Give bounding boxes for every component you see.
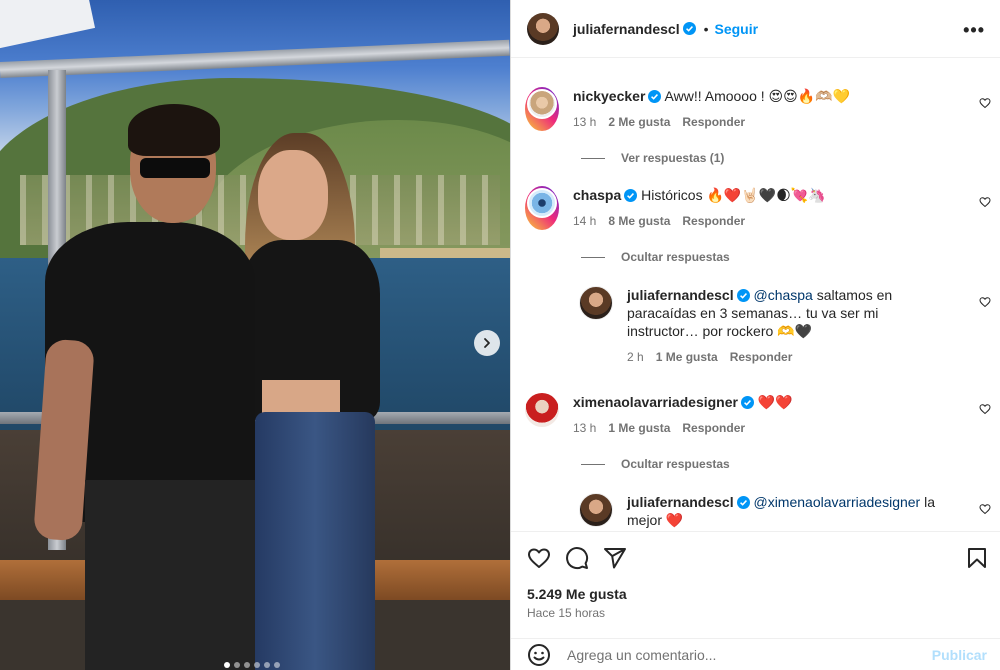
save-button[interactable] (965, 546, 989, 570)
comment-likes[interactable]: 2 Me gusta (608, 113, 670, 131)
comment-input[interactable] (567, 646, 907, 663)
post-panel: juliafernandescl • Seguir ••• nickyecker… (510, 0, 1000, 670)
add-comment-bar: Publicar (511, 638, 1000, 670)
comment-item: nickyecker Aww!! Amoooo ! 😍😍🔥🫶🏼💛 13 h 2 … (525, 87, 995, 131)
man-sunglasses (140, 158, 210, 178)
verified-icon (740, 396, 754, 409)
comment-text: ❤️❤️ (757, 394, 793, 410)
hide-replies-toggle[interactable]: Ocultar respuestas (581, 457, 730, 471)
reply-avatar[interactable] (579, 493, 613, 527)
heart-icon[interactable] (979, 403, 991, 415)
reply-username[interactable]: juliafernandescl (627, 287, 734, 303)
comment-time[interactable]: 13 h (573, 113, 596, 131)
more-options-button[interactable]: ••• (963, 20, 985, 41)
man-pants (85, 480, 255, 670)
comments-list[interactable]: nickyecker Aww!! Amoooo ! 😍😍🔥🫶🏼💛 13 h 2 … (511, 59, 1000, 531)
divider-line (581, 463, 605, 465)
publish-button[interactable]: Publicar (932, 647, 987, 663)
divider-line (581, 256, 605, 258)
hide-replies-label: Ocultar respuestas (621, 457, 730, 471)
next-image-button[interactable] (474, 330, 500, 356)
comment-text: Históricos 🔥❤️🤘🏻🖤🌒💘🦄 (641, 187, 826, 203)
verified-icon (648, 90, 662, 103)
reply-button[interactable]: Responder (682, 113, 745, 131)
comment-username[interactable]: chaspa (573, 187, 621, 203)
comment-likes[interactable]: 1 Me gusta (608, 419, 670, 437)
chevron-right-icon (484, 338, 490, 348)
reply-likes[interactable]: 1 Me gusta (656, 348, 718, 366)
woman-jeans (255, 412, 375, 670)
comment-username[interactable]: nickyecker (573, 88, 645, 104)
reply-mention[interactable]: @ximenaolavarriadesigner (753, 494, 920, 510)
header-separator: • (703, 20, 709, 37)
commenter-avatar (527, 188, 557, 218)
share-button[interactable] (603, 546, 627, 570)
heart-icon (528, 548, 550, 568)
bookmark-icon (968, 548, 986, 568)
share-icon (604, 548, 626, 569)
view-replies-toggle[interactable]: Ver respuestas (1) (581, 151, 724, 165)
reply-button[interactable]: Responder (730, 348, 793, 366)
carousel-dot (244, 662, 250, 668)
like-button[interactable] (527, 546, 551, 570)
post-actions: 5.249 Me gusta Hace 15 horas (511, 531, 1000, 631)
emoji-icon[interactable] (527, 643, 551, 667)
carousel-dot (224, 662, 230, 668)
comment-likes[interactable]: 8 Me gusta (608, 212, 670, 230)
verified-icon (736, 496, 750, 509)
carousel-dot (264, 662, 270, 668)
view-replies-label: Ver respuestas (1) (621, 151, 725, 165)
likes-count[interactable]: 5.249 Me gusta (527, 586, 627, 602)
post-photo[interactable] (0, 0, 510, 670)
hide-replies-toggle[interactable]: Ocultar respuestas (581, 250, 730, 264)
commenter-avatar-ring[interactable] (525, 186, 559, 230)
post-time[interactable]: Hace 15 horas (527, 606, 605, 620)
reply-item: juliafernandescl @ximenaolavarriadesigne… (579, 493, 995, 529)
carousel-indicator (224, 662, 280, 668)
comment-time[interactable]: 14 h (573, 212, 596, 230)
heart-icon[interactable] (979, 196, 991, 208)
comment-text: Aww!! Amoooo ! 😍😍🔥🫶🏼💛 (664, 88, 851, 104)
heart-icon[interactable] (979, 296, 991, 308)
carousel-dot (254, 662, 260, 668)
comment-button[interactable] (565, 546, 589, 570)
divider-line (581, 157, 605, 159)
comment-time[interactable]: 13 h (573, 419, 596, 437)
comment-icon (566, 547, 589, 570)
reply-mention[interactable]: @chaspa (753, 287, 812, 303)
commenter-avatar (527, 89, 557, 119)
reply-time[interactable]: 2 h (627, 348, 644, 366)
author-username[interactable]: juliafernandescl (573, 21, 680, 37)
reply-avatar[interactable] (579, 286, 613, 320)
reply-button[interactable]: Responder (682, 212, 745, 230)
carousel-dot (234, 662, 240, 668)
comment-username[interactable]: ximenaolavarriadesigner (573, 394, 738, 410)
verified-icon (736, 289, 750, 302)
woman-face (258, 150, 328, 240)
commenter-avatar[interactable] (525, 393, 559, 427)
author-avatar[interactable] (527, 12, 559, 45)
post-header: juliafernandescl • Seguir ••• (511, 0, 1000, 58)
commenter-avatar-ring[interactable] (525, 87, 559, 131)
photo-awning (0, 0, 96, 51)
photo-railing-top (0, 39, 510, 78)
verified-icon (624, 189, 638, 202)
more-icon: ••• (963, 20, 985, 40)
carousel-dot (274, 662, 280, 668)
reply-button[interactable]: Responder (682, 419, 745, 437)
comment-item: ximenaolavarriadesigner ❤️❤️ 13 h 1 Me g… (525, 393, 995, 437)
heart-icon[interactable] (979, 97, 991, 109)
reply-username[interactable]: juliafernandescl (627, 494, 734, 510)
comment-item: chaspa Históricos 🔥❤️🤘🏻🖤🌒💘🦄 14 h 8 Me gu… (525, 186, 995, 230)
follow-button[interactable]: Seguir (715, 21, 759, 37)
reply-item: juliafernandescl @chaspa saltamos en par… (579, 286, 995, 366)
heart-icon[interactable] (979, 503, 991, 515)
man-hair (128, 104, 220, 156)
hide-replies-label: Ocultar respuestas (621, 250, 730, 264)
verified-icon (682, 22, 696, 35)
